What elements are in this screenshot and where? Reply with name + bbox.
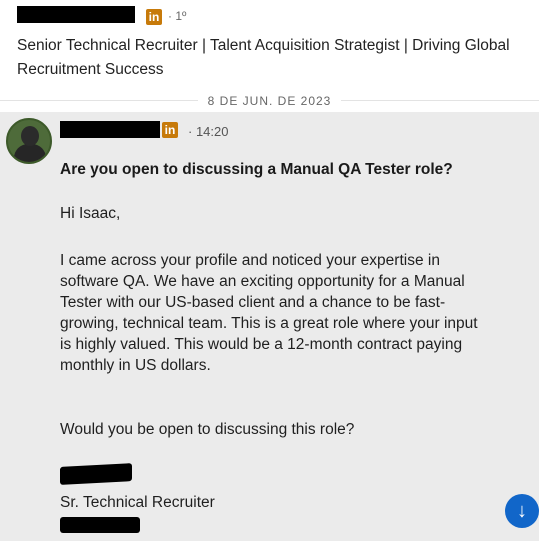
message-subject: Are you open to discussing a Manual QA T… [60, 161, 453, 178]
message-paragraph: I came across your profile and noticed y… [60, 252, 478, 374]
date-separator: 8 DE JUN. DE 2023 [0, 92, 539, 110]
message-greeting: Hi Isaac, [60, 205, 121, 222]
scroll-down-button[interactable]: ↓ [505, 494, 539, 528]
signature-title: Sr. Technical Recruiter [60, 494, 215, 511]
message-question: Would you be open to discussing this rol… [60, 421, 355, 438]
redacted-sender-name [17, 6, 135, 23]
avatar-body-shape [14, 144, 46, 162]
avatar[interactable] [6, 118, 52, 164]
message-time: · 14:20 [188, 124, 229, 139]
arrow-down-icon: ↓ [517, 500, 527, 522]
date-separator-label: 8 DE JUN. DE 2023 [197, 94, 342, 108]
redacted-signature-name [60, 463, 132, 485]
linkedin-badge-icon: in [146, 9, 162, 25]
redacted-sender-name [60, 121, 160, 138]
redacted-signature-company [60, 517, 140, 533]
avatar-head-shape [21, 126, 39, 146]
sender-headline: Senior Technical Recruiter | Talent Acqu… [17, 37, 510, 78]
connection-degree: · 1º [168, 9, 187, 23]
linkedin-badge-icon: in [162, 122, 178, 138]
